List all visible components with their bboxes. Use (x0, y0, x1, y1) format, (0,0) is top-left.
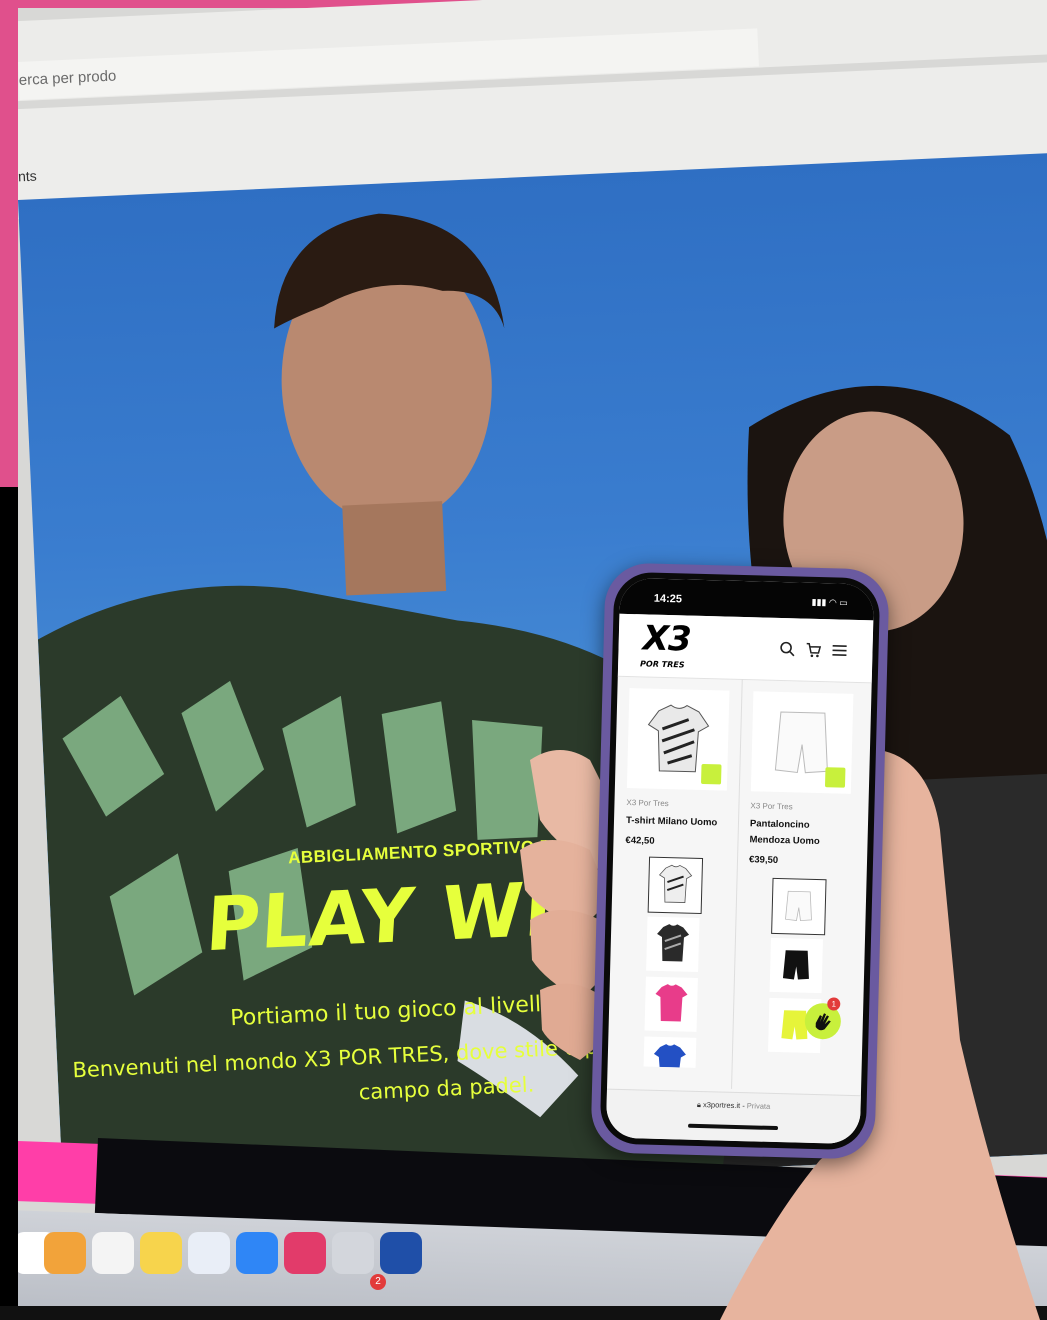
color-swatch-blue[interactable] (644, 1037, 697, 1068)
shorts-icon (772, 879, 825, 934)
notes-icon[interactable] (140, 1232, 182, 1274)
tshirt-icon (649, 858, 702, 913)
system-settings-icon[interactable] (332, 1232, 374, 1274)
color-swatch-white[interactable] (648, 857, 703, 914)
url-text[interactable]: 🔒︎ x3portres.it - Privata (606, 1098, 860, 1115)
app-store-icon[interactable] (236, 1232, 278, 1274)
product-brand: X3 Por Tres (750, 801, 850, 813)
reminders-icon[interactable] (92, 1232, 134, 1274)
product-image[interactable] (627, 688, 730, 791)
app-header: X3 POR TRES (618, 614, 874, 684)
color-swatch-pink[interactable] (645, 977, 698, 1032)
product-price: €39,50 (749, 854, 849, 868)
dock-badge: 2 (370, 1274, 386, 1290)
column-divider (731, 679, 743, 1089)
color-swatch-black[interactable] (646, 917, 699, 972)
creative-cloud-icon[interactable] (284, 1232, 326, 1274)
product-price: €42,50 (625, 835, 725, 849)
phone-screen: 14:25 ▮▮▮ ◠ ▭ X3 POR TRES (606, 578, 875, 1144)
color-swatch-black[interactable] (770, 938, 823, 993)
product-name[interactable]: Pantaloncino Mendoza Uomo (749, 816, 850, 851)
freeform-icon[interactable] (188, 1232, 230, 1274)
url-domain: x3portres.it (703, 1100, 740, 1110)
brand-logo[interactable]: X3 (642, 618, 691, 659)
home-indicator[interactable] (688, 1124, 778, 1130)
browser-url-bar[interactable]: 🔒︎ x3portres.it - Privata (606, 1089, 861, 1145)
product-brand: X3 Por Tres (626, 798, 726, 810)
product-name[interactable]: T-shirt Milano Uomo (626, 813, 726, 832)
add-to-cart-button[interactable] (701, 764, 722, 785)
contacts-icon[interactable] (44, 1232, 86, 1274)
nav-link-fragment[interactable]: nts (18, 168, 37, 185)
product-image[interactable] (751, 691, 854, 794)
menu-icon[interactable] (830, 641, 848, 659)
shorts-icon (770, 938, 823, 993)
cart-icon[interactable] (804, 641, 822, 659)
url-mode: Privata (747, 1101, 771, 1111)
product-card[interactable]: X3 Por Tres Pantaloncino Mendoza Uomo €3… (749, 691, 854, 868)
product-card[interactable]: X3 Por Tres T-shirt Milano Uomo €42,50 (625, 688, 729, 849)
dock-app-icon[interactable] (380, 1232, 422, 1274)
search-icon[interactable] (778, 640, 796, 658)
tshirt-icon (644, 1037, 697, 1068)
add-to-cart-button[interactable] (825, 767, 846, 788)
tshirt-icon (646, 917, 699, 972)
brand-logo-sub: POR TRES (640, 659, 685, 669)
status-time: 14:25 (654, 593, 682, 606)
tshirt-icon (645, 977, 698, 1032)
left-dark-edge (0, 487, 18, 1306)
phone-device: 14:25 ▮▮▮ ◠ ▭ X3 POR TRES (590, 562, 889, 1159)
signal-wifi-battery-icon: ▮▮▮ ◠ ▭ (811, 597, 847, 609)
left-pink-edge (0, 0, 18, 487)
color-swatch-white[interactable] (771, 878, 826, 935)
phone-bezel: 14:25 ▮▮▮ ◠ ▭ X3 POR TRES (600, 572, 881, 1151)
